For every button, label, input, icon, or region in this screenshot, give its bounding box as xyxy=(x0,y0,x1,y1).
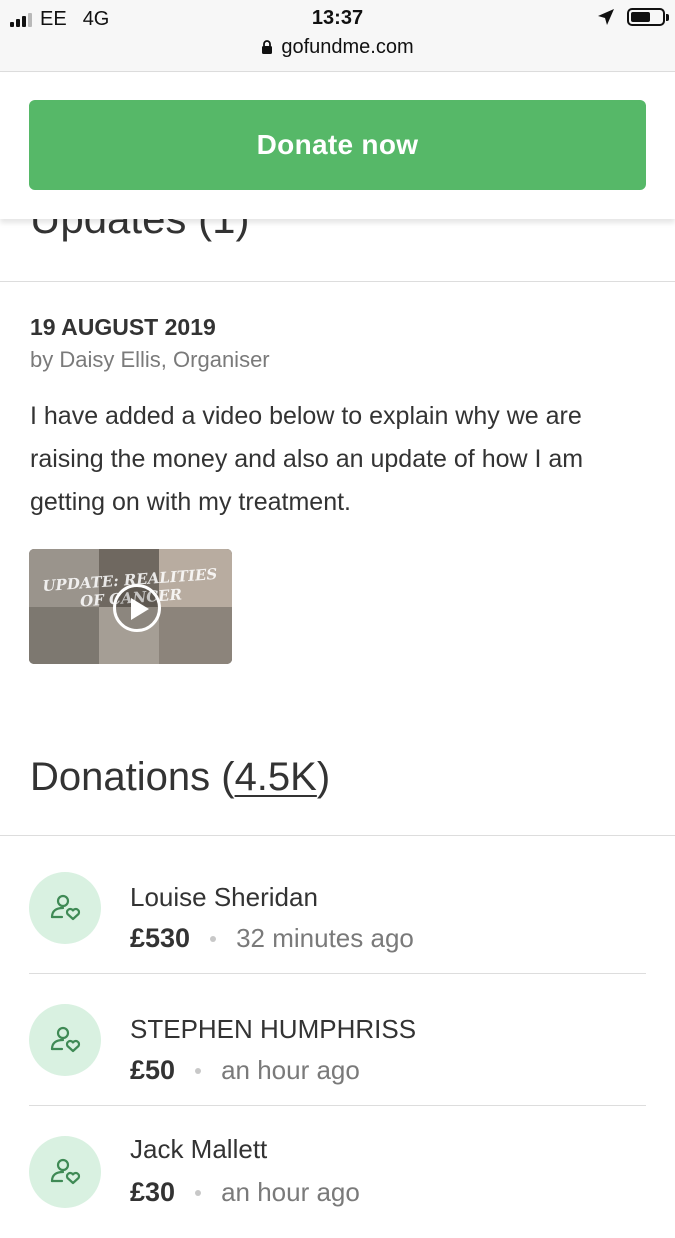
donation-amount: £530 xyxy=(130,923,191,953)
donate-now-button[interactable]: Donate now xyxy=(29,100,646,190)
play-icon[interactable] xyxy=(113,584,161,632)
updates-divider xyxy=(0,281,675,282)
person-heart-icon xyxy=(29,872,101,944)
separator-dot xyxy=(195,1067,202,1074)
donations-heading-suffix: ) xyxy=(316,755,331,799)
update-date: 19 AUGUST 2019 xyxy=(30,314,216,340)
update-author: by Daisy Ellis, Organiser xyxy=(30,347,270,372)
donor-name: Louise Sheridan xyxy=(130,882,318,912)
donor-meta: £30 an hour ago xyxy=(130,1177,360,1208)
donation-item: STEPHEN HUMPHRISS £50 an hour ago xyxy=(29,975,646,1106)
donation-time: an hour ago xyxy=(221,1177,360,1207)
clock: 13:37 xyxy=(311,7,364,29)
donation-time: an hour ago xyxy=(221,1055,360,1085)
donor-name: Jack Mallett xyxy=(130,1134,268,1164)
donation-amount: £30 xyxy=(130,1177,176,1207)
donations-heading-prefix: Donations ( xyxy=(30,755,235,799)
lock-icon xyxy=(262,40,273,54)
separator-dot xyxy=(195,1189,202,1196)
donation-item: Louise Sheridan £530 32 minutes ago xyxy=(29,843,646,974)
donor-name: STEPHEN HUMPHRISS xyxy=(130,1014,417,1044)
donation-divider xyxy=(29,1105,646,1106)
donation-amount: £50 xyxy=(130,1055,176,1085)
update-body: I have added a video below to explain wh… xyxy=(30,402,584,516)
donations-heading: Donations (4.5K) xyxy=(30,755,330,800)
url-text[interactable]: gofundme.com xyxy=(281,36,413,59)
donor-meta: £530 32 minutes ago xyxy=(130,923,414,954)
separator-dot xyxy=(210,935,217,942)
location-arrow-icon xyxy=(598,9,614,25)
address-bar[interactable]: gofundme.com xyxy=(0,36,675,59)
status-right xyxy=(597,8,669,26)
donation-item: Jack Mallett £30 an hour ago xyxy=(29,1107,646,1238)
person-heart-icon xyxy=(29,1136,101,1208)
donation-divider xyxy=(29,973,646,974)
battery-icon xyxy=(627,8,669,26)
update-video-thumbnail[interactable]: UPDATE: REALITIES OF CANCER xyxy=(29,549,232,664)
donor-meta: £50 an hour ago xyxy=(130,1055,360,1086)
sticky-donate-bar: Donate now xyxy=(0,73,675,219)
donations-divider xyxy=(0,835,675,836)
donations-count-link[interactable]: 4.5K xyxy=(235,755,317,799)
person-heart-icon xyxy=(29,1004,101,1076)
status-bar: EE 4G 13:37 gofundme.com xyxy=(0,0,675,72)
donation-time: 32 minutes ago xyxy=(236,923,414,953)
